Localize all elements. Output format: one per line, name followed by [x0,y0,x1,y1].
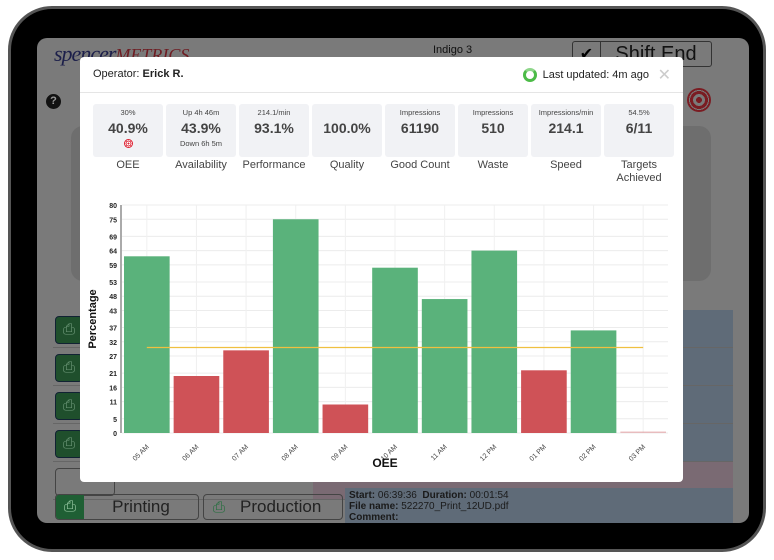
y-tick-label: 53 [109,280,117,287]
y-tick-label: 16 [109,385,117,392]
stat-name: Quality [329,159,365,171]
printer-icon[interactable]: ⎙ [55,430,83,458]
bar [372,267,418,433]
y-tick-label: 27 [109,354,117,361]
y-tick-label: 75 [109,217,117,224]
x-tick-label: 06 AM [181,444,200,463]
stat-name: Performance [242,159,306,171]
bar [124,256,170,433]
y-tick-label: 21 [109,371,117,378]
printer-icon[interactable]: ⎙ [55,354,83,382]
target-icon[interactable] [687,88,711,112]
x-tick-label: 07 AM [231,444,250,463]
x-axis-label: OEE [372,456,397,470]
oee-chart: 0 5 11 16 21 27 32 37 43 48 53 59 64 69 75 80 05 AM 06 AM… [80,197,683,487]
machine-name: Indigo 3 [433,44,473,56]
stat-sub [312,104,382,118]
y-axis-label: Percentage [87,289,99,348]
printer-icon[interactable]: ⎙ [55,392,83,420]
chart-svg: 0 5 11 16 21 27 32 37 43 48 53 59 64 69 75 80 05 AM 06 AM… [87,203,668,470]
stat-card: 214.1/min 93.1% Performance [239,104,309,185]
x-tick-label: 01 PM [529,444,548,463]
y-tick-label: 80 [109,203,117,210]
stat-value: 510 [481,120,505,136]
stat-card: Up 4h 46m 43.9% Down 6h 5m Availability [166,104,236,185]
production-button[interactable]: ⎙ Production [203,494,343,520]
stat-sub: 214.1/min [257,108,291,117]
y-tick-label: 11 [110,400,118,407]
stat-name: Waste [477,159,509,171]
stat-card: 54.5% 6/11 Targets Achieved [604,104,674,185]
stat-value: 43.9% [181,120,221,136]
bar [421,299,468,433]
bar [471,250,518,433]
stat-sub: Impressions [399,108,441,117]
stat-card: Impressions 510 Waste [458,104,528,185]
stat-card: 100.0% Quality [312,104,382,185]
stat-value: 214.1 [548,120,584,136]
printer-icon: ⎙ [56,495,84,519]
stat-value: 61190 [400,120,440,136]
stat-value: 93.1% [254,120,294,136]
bar [322,404,369,433]
x-tick-label: 09 AM [330,444,349,463]
stat-below: Down 6h 5m [179,139,223,148]
close-icon[interactable]: ✕ [658,65,671,85]
x-tick-label: 12 PM [479,444,498,463]
x-tick-label: 03 PM [628,444,647,463]
stat-value: 100.0% [323,120,371,136]
bar [223,350,269,433]
x-tick-label: 08 AM [281,444,300,463]
last-updated: Last updated: 4m ago [542,69,649,81]
y-tick-label: 48 [109,294,117,301]
refresh-icon[interactable] [522,68,537,82]
stat-value: 6/11 [625,120,653,136]
x-tick-label: 05 AM [132,444,151,463]
stat-sub: Up 4h 46m [182,108,220,117]
stat-value: 40.9% [108,120,148,136]
y-tick-label: 5 [113,417,117,424]
bar [620,431,666,433]
stat-name: Targets Achieved [616,159,662,184]
stat-sub: 54.5% [628,108,650,117]
oee-modal: Operator: Erick R. Last updated: 4m ago … [80,57,683,482]
y-tick-label: 37 [109,326,117,333]
stat-name: Availability [175,159,227,171]
help-icon[interactable]: ? [46,94,61,109]
y-tick-label: 64 [109,249,117,256]
stat-card: 30% 40.9% OEE [93,104,163,185]
stat-name: OEE [116,159,140,171]
stat-name: Good Count [390,159,450,171]
printer-icon[interactable]: ⎙ [55,316,83,344]
bottom-bar: ⎙ Printing ⎙ Production Start: 06:39:36 … [53,488,733,523]
operator-name: Erick R. [142,68,184,80]
stat-card: Impressions 61190 Good Count [385,104,455,185]
y-tick-label: 59 [109,263,117,270]
stat-card: Impressions/min 214.1 Speed [531,104,601,185]
y-tick-label: 0 [113,431,117,438]
stat-name: Speed [550,159,582,171]
y-tick-label: 32 [109,340,117,347]
stat-sub: 30% [120,108,136,117]
y-tick-label: 43 [109,308,117,315]
printer-icon: ⎙ [212,498,225,516]
bar [272,219,319,433]
target-icon [123,139,133,148]
bar [570,330,617,433]
x-tick-label: 11 AM [430,444,449,463]
printing-button[interactable]: ⎙ Printing [55,494,199,520]
stats-row: 30% 40.9% OEE Up 4h 46m 43.9% Down 6h 5m Av… [93,104,674,185]
bar [521,370,567,433]
modal-header: Operator: Erick R. Last updated: 4m ago … [80,57,683,93]
bar [173,376,220,433]
x-tick-label: 02 PM [578,444,597,463]
stat-sub: Impressions/min [538,108,594,117]
stat-sub: Impressions [472,108,514,117]
y-tick-label: 69 [109,234,117,241]
job-info: Start: 06:39:36 Duration: 00:01:54 File … [345,488,733,523]
